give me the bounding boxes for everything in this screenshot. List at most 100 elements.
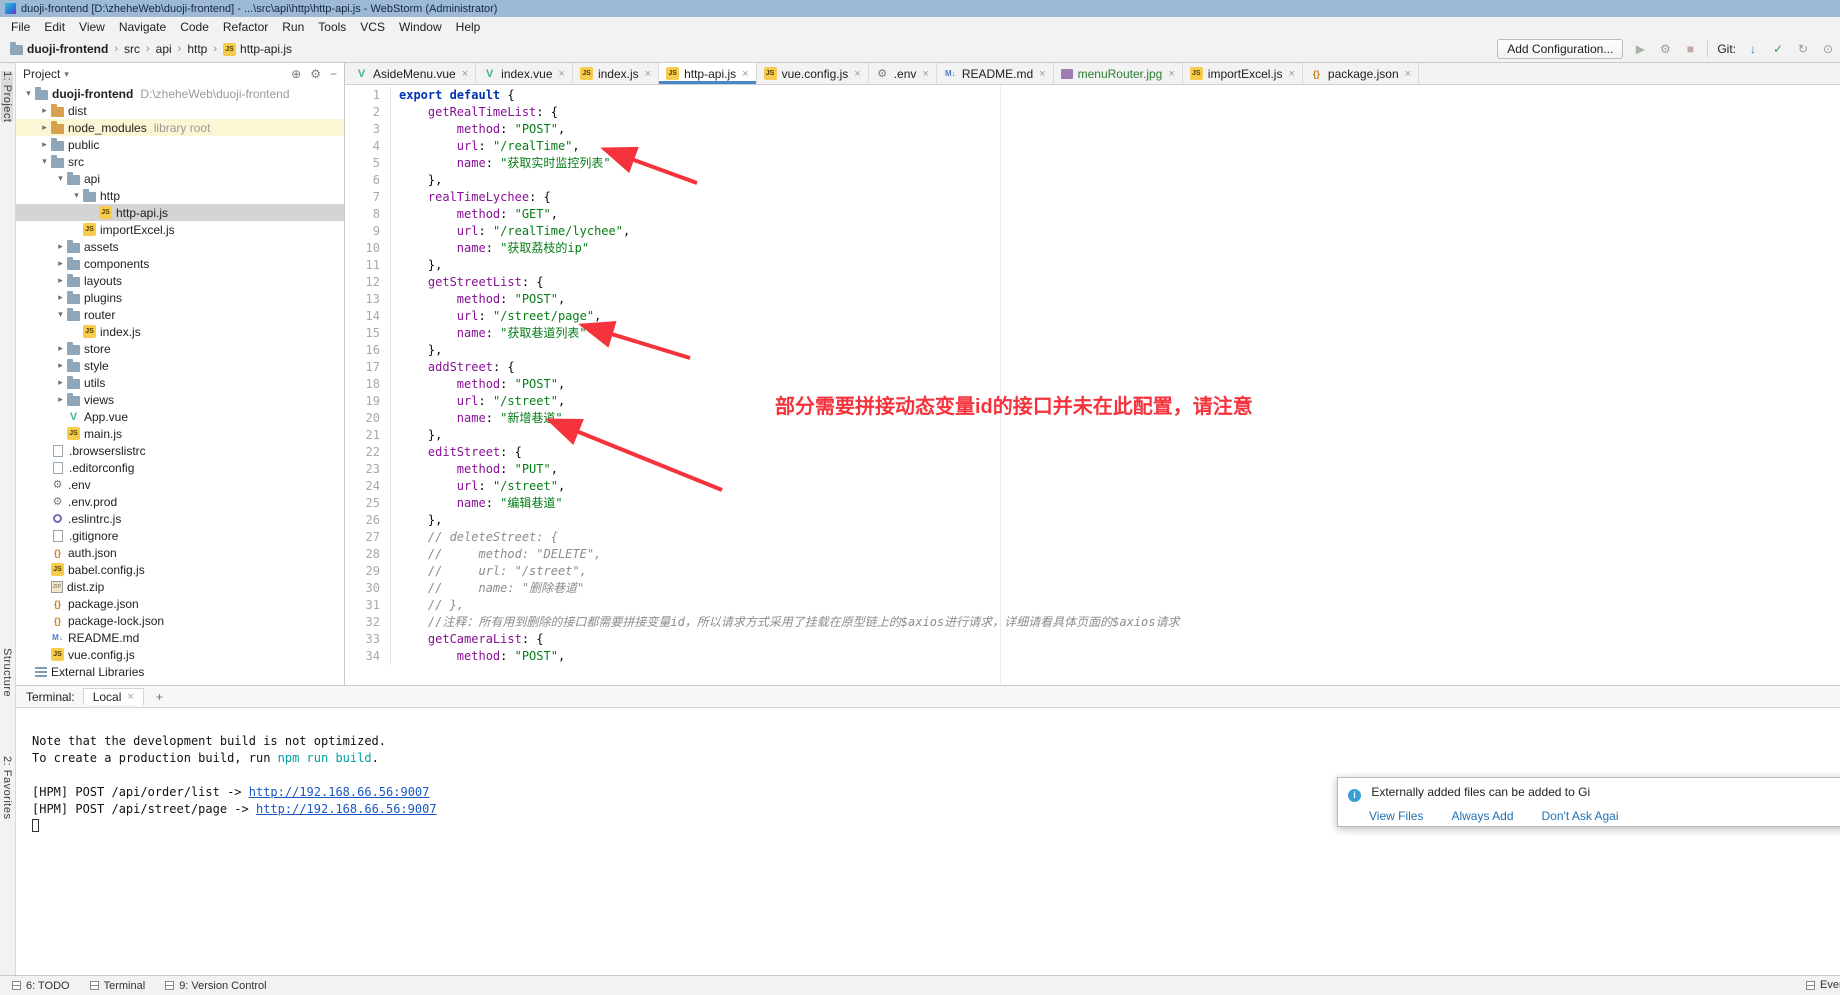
code-line-16[interactable]: 16 }, [345, 342, 1840, 359]
tool-button-terminal[interactable]: Terminal [90, 980, 146, 992]
menu-view[interactable]: View [72, 18, 112, 36]
code-line-25[interactable]: 25 name: "编辑巷道" [345, 495, 1840, 512]
tab-close-icon[interactable]: × [1405, 68, 1411, 80]
tab-close-icon[interactable]: × [742, 68, 748, 80]
tree-expand-arrow-icon[interactable]: ▸ [54, 258, 67, 269]
locate-file-icon[interactable]: ⊕ [291, 67, 301, 81]
tree-item-importexcel-js[interactable]: JSimportExcel.js [16, 221, 344, 238]
menu-navigate[interactable]: Navigate [112, 18, 173, 36]
code-line-8[interactable]: 8 method: "GET", [345, 206, 1840, 223]
menu-tools[interactable]: Tools [311, 18, 353, 36]
breadcrumb-item-http[interactable]: http [185, 42, 209, 56]
code-line-28[interactable]: 28 // method: "DELETE", [345, 546, 1840, 563]
code-line-12[interactable]: 12 getStreetList: { [345, 274, 1840, 291]
tree-item-dist-zip[interactable]: ZIPdist.zip [16, 578, 344, 595]
tree-expand-arrow-icon[interactable]: ▾ [54, 309, 67, 320]
tree-item-duoji-frontend[interactable]: ▾duoji-frontendD:\zheheWeb\duoji-fronten… [16, 85, 344, 102]
tree-expand-arrow-icon[interactable]: ▾ [70, 190, 83, 201]
tree-item-api[interactable]: ▾api [16, 170, 344, 187]
code-line-9[interactable]: 9 url: "/realTime/lychee", [345, 223, 1840, 240]
tree-item-http-api-js[interactable]: JShttp-api.js [16, 204, 344, 221]
git-revert-icon[interactable]: ↻ [1795, 42, 1811, 56]
tree-item-gitignore[interactable]: .gitignore [16, 527, 344, 544]
code-area[interactable]: 1export default {2 getRealTimeList: {3 m… [345, 85, 1840, 685]
tool-button-event-log[interactable]: Event Log [1806, 979, 1840, 991]
tree-item-env-prod[interactable]: ⚙.env.prod [16, 493, 344, 510]
code-line-2[interactable]: 2 getRealTimeList: { [345, 104, 1840, 121]
code-line-31[interactable]: 31 // }, [345, 597, 1840, 614]
tab-close-icon[interactable]: × [559, 68, 565, 80]
breadcrumb-item-http-api-js[interactable]: JShttp-api.js [221, 42, 294, 56]
code-line-27[interactable]: 27 // deleteStreet: { [345, 529, 1840, 546]
code-line-30[interactable]: 30 // name: "删除巷道" [345, 580, 1840, 597]
tree-item-external-libraries[interactable]: External Libraries [16, 663, 344, 680]
terminal-link[interactable]: http://192.168.66.56:9007 [256, 802, 437, 816]
tree-item-env[interactable]: ⚙.env [16, 476, 344, 493]
chevron-down-icon[interactable]: ▾ [64, 69, 69, 80]
tree-item-src[interactable]: ▾src [16, 153, 344, 170]
tree-expand-arrow-icon[interactable]: ▸ [38, 105, 51, 116]
tab-close-icon[interactable]: × [462, 68, 468, 80]
tree-item-public[interactable]: ▸public [16, 136, 344, 153]
tree-expand-arrow-icon[interactable]: ▾ [54, 173, 67, 184]
tree-item-layouts[interactable]: ▸layouts [16, 272, 344, 289]
code-line-1[interactable]: 1export default { [345, 87, 1840, 104]
tab-close-icon[interactable]: × [1039, 68, 1045, 80]
tree-item-editorconfig[interactable]: .editorconfig [16, 459, 344, 476]
editor-tab-index-js[interactable]: JSindex.js× [573, 63, 659, 84]
menu-window[interactable]: Window [392, 18, 449, 36]
notification-action-view-files[interactable]: View Files [1369, 809, 1423, 823]
code-line-19[interactable]: 19 url: "/street", [345, 393, 1840, 410]
editor-tab-vue-config-js[interactable]: JSvue.config.js× [757, 63, 869, 84]
tree-item-utils[interactable]: ▸utils [16, 374, 344, 391]
history-icon[interactable]: ⊙ [1820, 42, 1836, 56]
gear-icon[interactable]: ⚙ [310, 67, 321, 81]
code-line-34[interactable]: 34 method: "POST", [345, 648, 1840, 665]
code-line-15[interactable]: 15 name: "获取巷道列表" [345, 325, 1840, 342]
tree-item-readme-md[interactable]: M↓README.md [16, 629, 344, 646]
tree-item-style[interactable]: ▸style [16, 357, 344, 374]
tree-item-app-vue[interactable]: VApp.vue [16, 408, 344, 425]
editor-tab-importexcel-js[interactable]: JSimportExcel.js× [1183, 63, 1303, 84]
tab-close-icon[interactable]: × [645, 68, 651, 80]
code-line-26[interactable]: 26 }, [345, 512, 1840, 529]
project-view-selector[interactable]: Project [23, 67, 60, 81]
editor-tab-env[interactable]: ⚙.env× [869, 63, 937, 84]
menu-file[interactable]: File [4, 18, 37, 36]
tree-item-plugins[interactable]: ▸plugins [16, 289, 344, 306]
code-line-22[interactable]: 22 editStreet: { [345, 444, 1840, 461]
tree-item-main-js[interactable]: JSmain.js [16, 425, 344, 442]
menu-edit[interactable]: Edit [37, 18, 72, 36]
code-line-3[interactable]: 3 method: "POST", [345, 121, 1840, 138]
run-icon[interactable]: ▶ [1632, 42, 1648, 56]
editor-tab-http-api-js[interactable]: JShttp-api.js× [659, 63, 756, 84]
git-update-icon[interactable]: ↓ [1745, 42, 1761, 56]
notification-popup[interactable]: i Externally added files can be added to… [1337, 777, 1840, 827]
menu-vcs[interactable]: VCS [353, 18, 392, 36]
code-line-20[interactable]: 20 name: "新增巷道" [345, 410, 1840, 427]
tree-item-eslintrc-js[interactable]: .eslintrc.js [16, 510, 344, 527]
tab-close-icon[interactable]: × [854, 68, 860, 80]
tab-close-icon[interactable]: × [1168, 68, 1174, 80]
tool-button-todo[interactable]: 6: TODO [12, 980, 70, 992]
tree-expand-arrow-icon[interactable]: ▾ [22, 88, 35, 99]
menu-code[interactable]: Code [173, 18, 216, 36]
code-line-14[interactable]: 14 url: "/street/page", [345, 308, 1840, 325]
breadcrumb-item-api[interactable]: api [154, 42, 174, 56]
code-line-23[interactable]: 23 method: "PUT", [345, 461, 1840, 478]
code-line-4[interactable]: 4 url: "/realTime", [345, 138, 1840, 155]
git-commit-icon[interactable]: ✓ [1770, 42, 1786, 56]
tab-close-icon[interactable]: × [1288, 68, 1294, 80]
tree-item-dist[interactable]: ▸dist [16, 102, 344, 119]
tree-expand-arrow-icon[interactable]: ▸ [54, 360, 67, 371]
tool-button-version-control[interactable]: 9: Version Control [165, 980, 266, 992]
tree-item-http[interactable]: ▾http [16, 187, 344, 204]
terminal-tab-local[interactable]: Local × [83, 688, 144, 705]
editor-tab-readme-md[interactable]: M↓README.md× [937, 63, 1054, 84]
new-terminal-session-icon[interactable]: + [152, 690, 167, 704]
tree-item-index-js[interactable]: JSindex.js [16, 323, 344, 340]
tree-item-package-json[interactable]: {}package.json [16, 595, 344, 612]
code-line-11[interactable]: 11 }, [345, 257, 1840, 274]
tree-item-assets[interactable]: ▸assets [16, 238, 344, 255]
tree-item-browserslistrc[interactable]: .browserslistrc [16, 442, 344, 459]
